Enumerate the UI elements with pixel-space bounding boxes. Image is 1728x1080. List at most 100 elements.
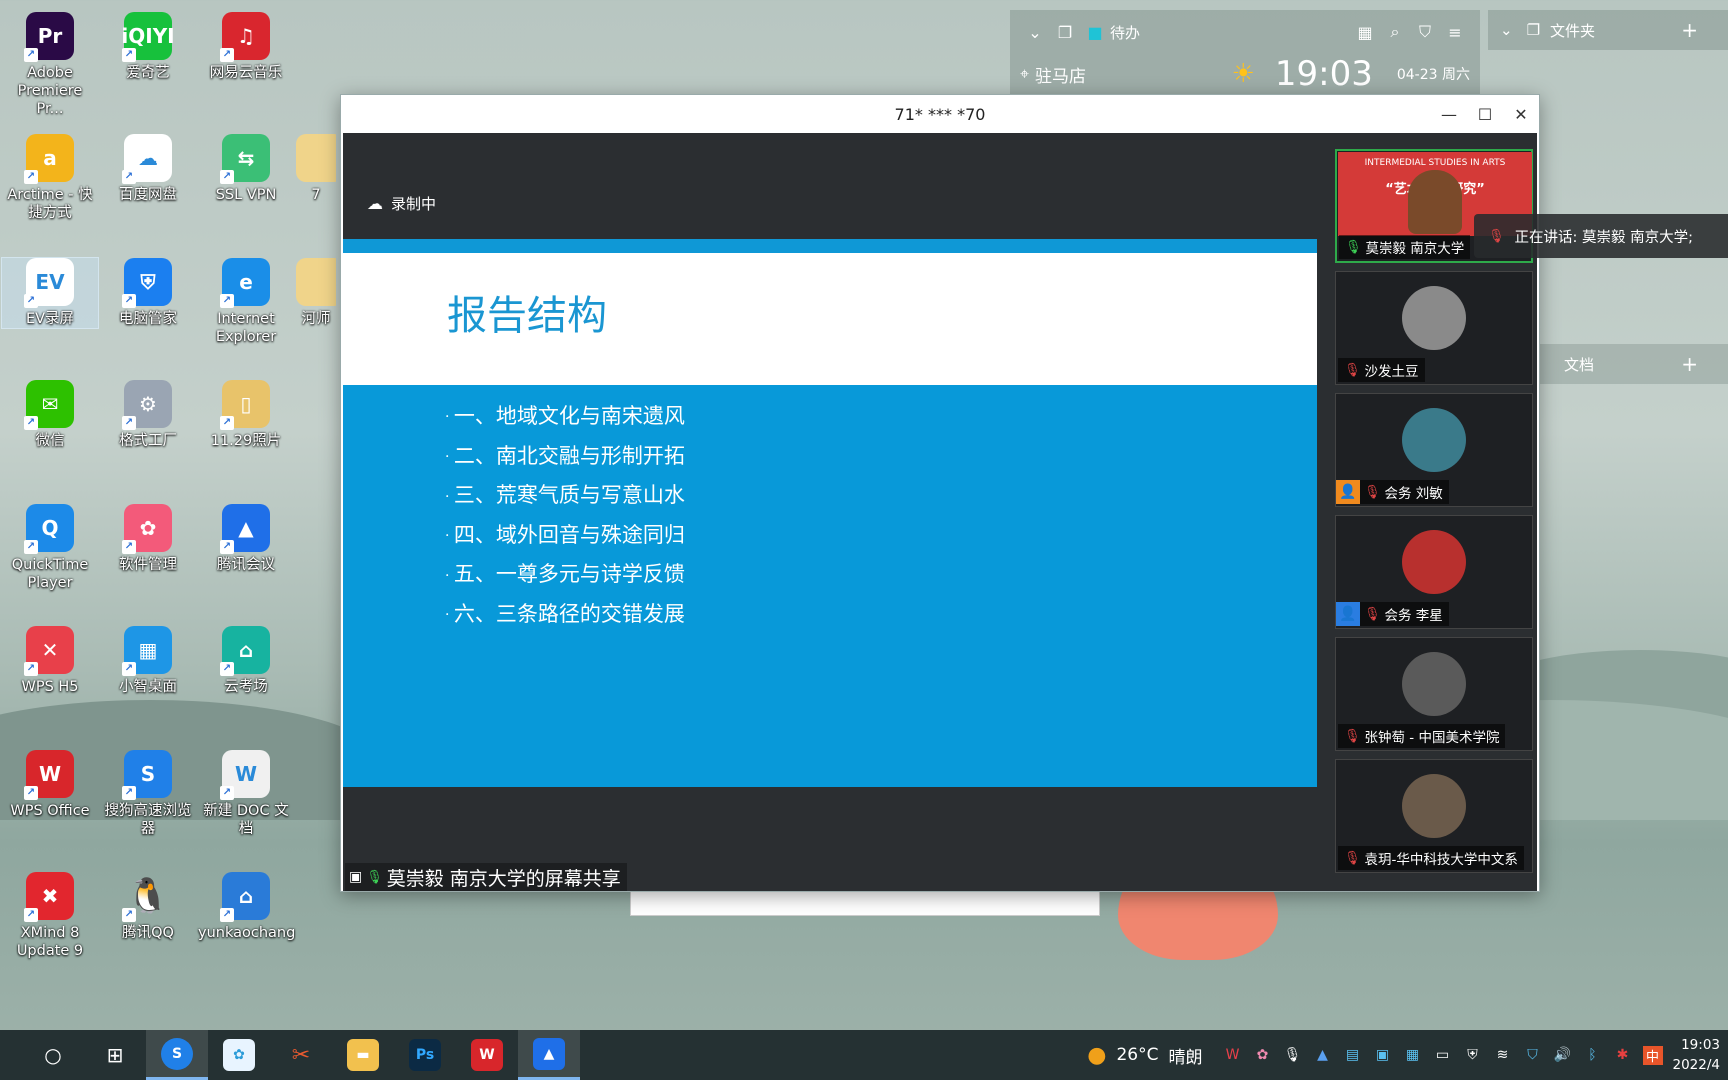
app-icon: ♫ ↗ xyxy=(220,12,270,62)
participant-avatar xyxy=(1402,286,1466,350)
desktop-icon-label: Arctime - 快捷方式 xyxy=(7,187,93,221)
search-circle-icon[interactable]: ○ xyxy=(22,1030,84,1080)
desktop-icon[interactable]: ⌂ ↗ yunkaochang xyxy=(198,872,295,942)
minimize-icon[interactable]: — xyxy=(1431,95,1467,133)
shortcut-arrow-icon: ↗ xyxy=(24,662,38,676)
recording-indicator[interactable]: ☁ 录制中 xyxy=(367,193,436,214)
app-tray-icon[interactable]: ▣ xyxy=(1373,1047,1393,1063)
participant-tile[interactable]: 👤 🎙 会务 李星 xyxy=(1335,515,1533,629)
desktop-icon[interactable]: ▲ ↗ 腾讯会议 xyxy=(198,504,294,574)
taskbar-tencent-meeting[interactable]: ▲ xyxy=(518,1030,580,1080)
desktop-icon[interactable]: EV ↗ EV录屏 xyxy=(1,257,99,329)
participant-tile[interactable]: 👤 🎙 会务 刘敏 xyxy=(1335,393,1533,507)
microphone-icon[interactable]: 🎙 xyxy=(1283,1047,1303,1063)
shortcut-arrow-icon: ↗ xyxy=(122,540,136,554)
desktop-icon[interactable]: ♫ ↗ 网易云音乐 xyxy=(198,12,294,82)
menu-icon[interactable]: ≡ xyxy=(1440,23,1470,42)
taskbar-snipping[interactable]: ✂ xyxy=(270,1030,332,1080)
add-icon[interactable]: + xyxy=(1681,352,1698,376)
volume-icon[interactable]: 🔊 xyxy=(1553,1047,1573,1063)
taskbar-photoshop[interactable]: Ps xyxy=(394,1030,456,1080)
task-view-icon[interactable]: ⊞ xyxy=(84,1030,146,1080)
participant-name: 沙发土豆 xyxy=(1364,364,1419,380)
desktop-icon[interactable]: ✿ ↗ 软件管理 xyxy=(100,504,196,574)
todo-widget: ⌄ ❐ ■ 待办 ▦ ⌕ ⛉ ≡ ⌖ 驻马店 ☀ 19:03 04-23 周六 xyxy=(1010,10,1480,96)
taskbar-wps[interactable]: W xyxy=(456,1030,518,1080)
participant-tile[interactable]: 🎙 沙发土豆 xyxy=(1335,271,1533,385)
desktop-icon[interactable]: a ↗ Arctime - 快捷方式 xyxy=(2,134,98,222)
desktop-icon-label: 微信 xyxy=(35,433,65,449)
desktop-icon[interactable]: ▯ ↗ 11.29照片 xyxy=(198,380,294,450)
desktop-icon[interactable]: 🐧 ↗ 腾讯QQ xyxy=(100,872,196,942)
app-icon: ✕ ↗ xyxy=(24,626,74,676)
app-icon: ▲ ↗ xyxy=(220,504,270,554)
ime-icon[interactable]: 中 xyxy=(1642,1045,1663,1065)
meeting-tray-icon[interactable]: ▲ xyxy=(1313,1047,1333,1063)
taskbar-clock[interactable]: 19:03 2022/4 xyxy=(1673,1035,1721,1075)
desktop-icon-label: XMind 8 Update 9 xyxy=(16,925,84,959)
meeting-body: ☁ 录制中 报告结构 一、地域文化与南宋遗风二、南北交融与形制开拓三、荒寒气质与… xyxy=(343,133,1537,891)
participant-name: 莫崇毅 南京大学 xyxy=(1365,241,1465,257)
window-icon[interactable]: ❐ xyxy=(1050,23,1080,42)
meeting-titlebar[interactable]: 71* *** *70 — ☐ ✕ xyxy=(341,95,1539,133)
defender-icon[interactable]: ⛉ xyxy=(1523,1047,1543,1063)
slide: 报告结构 一、地域文化与南宋遗风二、南北交融与形制开拓三、荒寒气质与写意山水四、… xyxy=(343,239,1317,787)
desktop-icon[interactable]: ⚙ ↗ 格式工厂 xyxy=(100,380,196,450)
taskbar: ○ ⊞ S ✿ ✂ ▬ Ps W ▲ ● 26°C 晴朗 W ✿ 🎙 ▲ ▤ ▣… xyxy=(0,1030,1728,1080)
screen-tray-icon[interactable]: ▤ xyxy=(1343,1047,1363,1063)
add-icon[interactable]: + xyxy=(1681,18,1698,42)
desktop-icon[interactable]: Pr ↗ Adobe Premiere Pr... xyxy=(2,12,98,118)
desktop-icon-label: EV录屏 xyxy=(25,311,75,327)
desktop-icon[interactable]: ☁ ↗ 百度网盘 xyxy=(100,134,196,204)
participant-tile[interactable]: 🎙 张钟萄 - 中国美术学院 xyxy=(1335,637,1533,751)
system-tray: ● 26°C 晴朗 W ✿ 🎙 ▲ ▤ ▣ ▦ ▭ ⛨ ≋ ⛉ 🔊 ᛒ ✱ 中 … xyxy=(1087,1030,1728,1080)
antivirus-icon[interactable]: ✱ xyxy=(1613,1047,1633,1063)
app-icon xyxy=(296,134,336,182)
bluetooth-icon[interactable]: ᛒ xyxy=(1583,1047,1603,1063)
participant-tile[interactable]: 🎙 袁玥-华中科技大学中文系 xyxy=(1335,759,1533,873)
shortcut-arrow-icon: ↗ xyxy=(122,170,136,184)
maximize-icon[interactable]: ☐ xyxy=(1467,95,1503,133)
search-icon[interactable]: ⌕ xyxy=(1380,22,1410,42)
desktop-icon[interactable]: W ↗ WPS Office xyxy=(2,750,98,820)
shield-icon[interactable]: ⛨ xyxy=(1463,1047,1483,1063)
wifi-icon[interactable]: ≋ xyxy=(1493,1047,1513,1063)
close-icon[interactable]: ✕ xyxy=(1503,95,1539,133)
chevron-down-icon[interactable]: ⌄ xyxy=(1500,21,1513,39)
taskbar-sogou-browser[interactable]: S xyxy=(146,1030,208,1080)
battery-icon[interactable]: ▭ xyxy=(1433,1047,1453,1063)
window-icon[interactable]: ❐ xyxy=(1527,21,1540,39)
calendar-icon[interactable]: ▦ xyxy=(1350,23,1380,42)
desktop-icon[interactable]: iQIYI ↗ 爱奇艺 xyxy=(100,12,196,82)
desktop-icon[interactable]: ✖ ↗ XMind 8 Update 9 xyxy=(2,872,98,960)
taskbar-ev-recorder[interactable]: ✿ xyxy=(208,1030,270,1080)
chevron-down-icon[interactable]: ⌄ xyxy=(1020,23,1050,42)
skin-icon[interactable]: ⛉ xyxy=(1410,22,1440,42)
taskbar-file-explorer[interactable]: ▬ xyxy=(332,1030,394,1080)
desktop-icon-label: Adobe Premiere Pr... xyxy=(17,65,83,117)
desktop-icon[interactable]: e ↗ Internet Explorer xyxy=(198,258,294,346)
shortcut-arrow-icon: ↗ xyxy=(220,170,234,184)
desktop-icon[interactable]: 7 xyxy=(296,134,336,204)
participant-name-bar: 👤 🎙 会务 李星 xyxy=(1336,602,1449,626)
desktop-icon[interactable]: S ↗ 搜狗高速浏览器 xyxy=(100,750,196,838)
desktop-icon[interactable]: ✕ ↗ WPS H5 xyxy=(2,626,98,696)
desktop-icon[interactable]: ⛨ ↗ 电脑管家 xyxy=(100,258,196,328)
desktop-icon[interactable]: 河师 xyxy=(296,258,336,328)
app-icon: ✿ ↗ xyxy=(122,504,172,554)
participant-name: 会务 刘敏 xyxy=(1384,486,1443,502)
desktop-icon[interactable]: ⌂ ↗ 云考场 xyxy=(198,626,294,696)
desktop-icon[interactable]: W ↗ 新建 DOC 文档 xyxy=(198,750,294,838)
network-app-tray-icon[interactable]: ▦ xyxy=(1403,1047,1423,1063)
shortcut-arrow-icon: ↗ xyxy=(220,908,234,922)
desktop-icon[interactable]: ✉ ↗ 微信 xyxy=(2,380,98,450)
desktop-icon-label: 腾讯QQ xyxy=(122,925,174,941)
petal-tray-icon[interactable]: ✿ xyxy=(1253,1047,1273,1063)
desktop-icon[interactable]: ▦ ↗ 小智桌面 xyxy=(100,626,196,696)
desktop-icon[interactable]: Q ↗ QuickTime Player xyxy=(2,504,98,592)
slide-title: 报告结构 xyxy=(447,293,607,339)
desktop-icon-label: 电脑管家 xyxy=(119,311,177,327)
desktop-icon[interactable]: ⇆ ↗ SSL VPN xyxy=(198,134,294,204)
wps-tray-icon[interactable]: W xyxy=(1223,1047,1243,1063)
app-icon: EV ↗ xyxy=(24,258,74,308)
